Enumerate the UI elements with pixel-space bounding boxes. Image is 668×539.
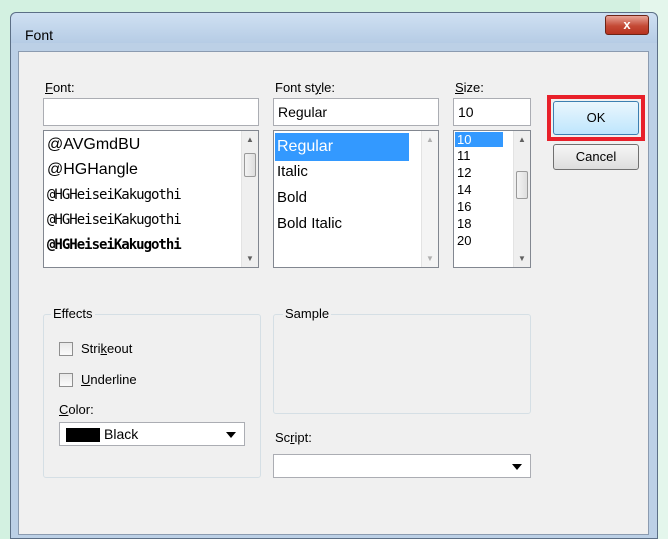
size-list[interactable]: 10 11 12 14 16 18 20 ▲ ▼ — [453, 130, 531, 268]
font-style-item[interactable]: Bold — [277, 189, 307, 206]
size-item[interactable]: 12 — [457, 165, 471, 180]
font-list-item[interactable]: @HGHeiseiKakugothi — [47, 212, 182, 228]
script-select[interactable] — [273, 454, 531, 478]
size-item[interactable]: 20 — [457, 233, 471, 248]
scroll-down-icon[interactable]: ▼ — [514, 250, 530, 267]
font-style-item-selected[interactable]: Regular — [275, 133, 409, 161]
size-scrollbar[interactable]: ▲ ▼ — [513, 131, 530, 267]
underline-checkbox[interactable] — [59, 373, 73, 387]
color-swatch — [66, 428, 100, 442]
font-list-item[interactable]: @HGHeiseiKakugothi — [47, 187, 182, 203]
scroll-thumb[interactable] — [516, 171, 528, 199]
font-list-scrollbar[interactable]: ▲ ▼ — [241, 131, 258, 267]
sample-title: Sample — [283, 306, 332, 321]
effects-group — [43, 314, 261, 478]
size-item[interactable]: 18 — [457, 216, 471, 231]
font-style-list[interactable]: Regular Italic Bold Bold Italic ▲ ▼ — [273, 130, 439, 268]
script-label: Script: — [275, 430, 312, 445]
chevron-down-icon[interactable] — [226, 432, 236, 438]
sample-group — [273, 314, 531, 414]
font-name-input[interactable] — [43, 98, 259, 126]
size-item[interactable]: 16 — [457, 199, 471, 214]
size-item[interactable]: 11 — [457, 148, 471, 163]
scroll-down-icon[interactable]: ▼ — [422, 250, 438, 267]
color-label: Color: — [59, 402, 94, 417]
scroll-up-icon[interactable]: ▲ — [242, 131, 258, 148]
close-button[interactable]: x — [605, 15, 649, 35]
size-label: Size: — [455, 80, 484, 95]
font-style-scrollbar[interactable]: ▲ ▼ — [421, 131, 438, 267]
dialog-title: Font — [25, 27, 54, 43]
size-item[interactable]: 14 — [457, 182, 471, 197]
font-style-input[interactable]: Regular — [273, 98, 439, 126]
font-list-item[interactable]: @HGHangle — [47, 161, 138, 179]
dialog-body: Font: @AVGmdBU @HGHangle @HGHeiseiKakugo… — [18, 51, 649, 535]
cancel-button[interactable]: Cancel — [553, 144, 639, 170]
scroll-thumb[interactable] — [244, 153, 256, 177]
scroll-up-icon[interactable]: ▲ — [422, 131, 438, 148]
font-style-item[interactable]: Bold Italic — [277, 215, 342, 232]
title-bar: Font x — [11, 13, 657, 43]
font-list-item[interactable]: @HGHeiseiKakugothi — [47, 237, 182, 253]
font-label: Font: — [45, 80, 75, 95]
ok-button[interactable]: OK — [553, 101, 639, 135]
scroll-up-icon[interactable]: ▲ — [514, 131, 530, 148]
strikeout-label[interactable]: Strikeout — [81, 341, 132, 356]
font-list-item[interactable]: @AVGmdBU — [47, 136, 140, 154]
underline-label[interactable]: Underline — [81, 372, 137, 387]
size-input[interactable]: 10 — [453, 98, 531, 126]
font-style-item[interactable]: Italic — [277, 163, 308, 180]
scroll-down-icon[interactable]: ▼ — [242, 250, 258, 267]
color-select[interactable]: Black — [59, 422, 245, 446]
color-value: Black — [104, 426, 139, 442]
font-style-label: Font style: — [275, 80, 335, 95]
chevron-down-icon[interactable] — [512, 464, 522, 470]
size-item-selected[interactable]: 10 — [455, 132, 503, 147]
close-icon: x — [623, 17, 631, 32]
font-dialog: Font x Font: @AVGmdBU @HGHangle @HGHeise… — [10, 12, 658, 539]
font-list[interactable]: @AVGmdBU @HGHangle @HGHeiseiKakugothi @H… — [43, 130, 259, 268]
effects-title: Effects — [51, 306, 95, 321]
strikeout-checkbox[interactable] — [59, 342, 73, 356]
